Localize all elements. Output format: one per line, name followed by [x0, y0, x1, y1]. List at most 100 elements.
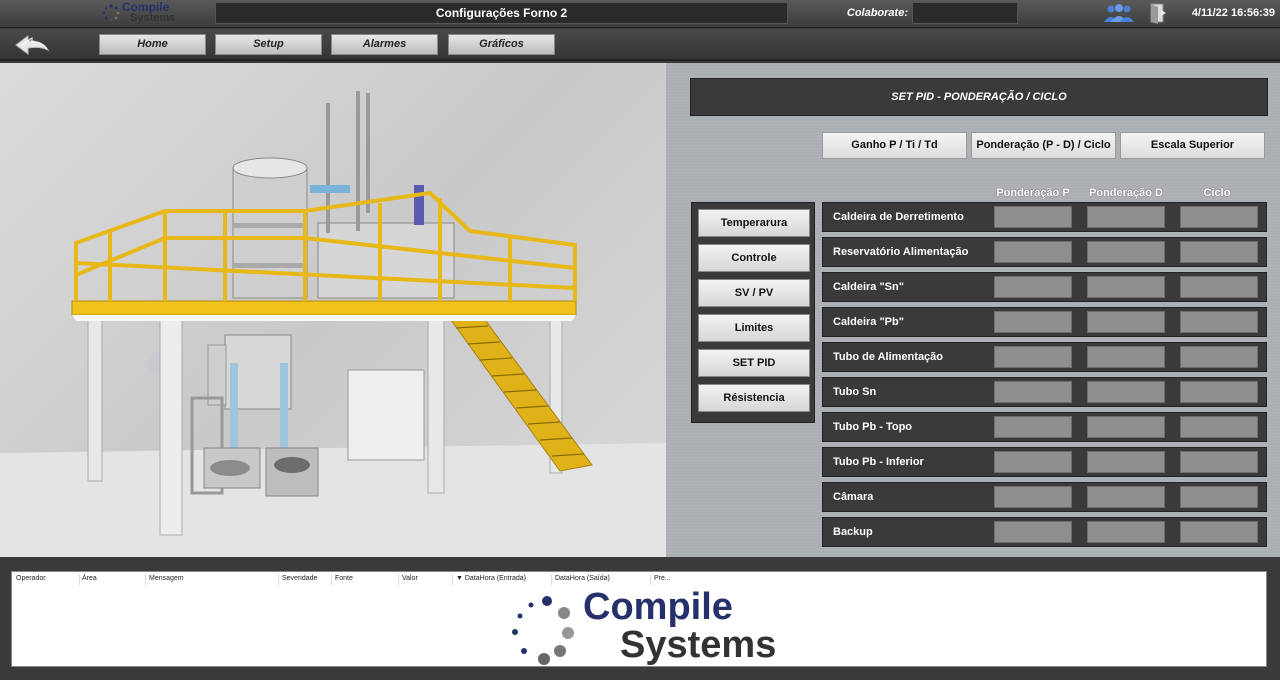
tab-upper-scale[interactable]: Escala Superior	[1120, 132, 1265, 159]
row-label: Tubo Sn	[833, 386, 877, 398]
weighting-d-input[interactable]	[1087, 381, 1165, 403]
weighting-p-input[interactable]	[994, 486, 1072, 508]
nav-setup-button[interactable]: Setup	[215, 34, 322, 55]
menu-limits-button[interactable]: Limites	[698, 314, 810, 342]
weighting-p-input[interactable]	[994, 381, 1072, 403]
collaborator-label: Colaborate:	[846, 7, 908, 19]
weighting-p-input[interactable]	[994, 346, 1072, 368]
logo-dots-icon	[102, 4, 120, 22]
menu-sv-pv-button[interactable]: SV / PV	[698, 279, 810, 307]
nav-bar: Home Setup Alarmes Gráficos	[0, 29, 1280, 61]
weighting-d-input[interactable]	[1087, 486, 1165, 508]
brand-logo: Compile Systems	[100, 1, 200, 27]
cycle-input[interactable]	[1180, 486, 1258, 508]
pid-settings-panel: SET PID - PONDERAÇÃO / CICLO Ganho P / T…	[666, 63, 1280, 557]
datetime-display: 4/11/22 16:56:39	[1191, 7, 1275, 19]
weighting-p-input[interactable]	[994, 451, 1072, 473]
back-arrow-icon[interactable]	[14, 34, 50, 56]
weighting-d-input[interactable]	[1087, 276, 1165, 298]
cycle-input[interactable]	[1180, 311, 1258, 333]
users-icon[interactable]	[1103, 3, 1135, 23]
column-header-cycle: Ciclo	[1203, 187, 1231, 199]
alarm-col-datetime-in[interactable]: ▼ DataHora (Entrada)	[456, 575, 526, 582]
menu-resistance-button[interactable]: Résistencia	[698, 384, 810, 412]
alarm-col-pre[interactable]: Pre...	[654, 575, 671, 582]
cycle-input[interactable]	[1180, 521, 1258, 543]
weighting-p-input[interactable]	[994, 276, 1072, 298]
alarm-col-message[interactable]: Mensagem	[149, 575, 184, 582]
pid-row: Caldeira de Derretimento	[822, 202, 1267, 232]
nav-home-button[interactable]: Home	[99, 34, 206, 55]
exit-door-icon[interactable]	[1148, 2, 1168, 24]
title-bar: Compile Systems Configurações Forno 2 Co…	[0, 0, 1280, 28]
weighting-d-input[interactable]	[1087, 416, 1165, 438]
pid-row: Tubo Pb - Inferior	[822, 447, 1267, 477]
cycle-input[interactable]	[1180, 276, 1258, 298]
pid-row: Caldeira "Sn"	[822, 272, 1267, 302]
weighting-p-input[interactable]	[994, 311, 1072, 333]
alarm-area: Operador Área Mensagem Severidade Fonte …	[0, 557, 1280, 680]
menu-temperature-button[interactable]: Temperarura	[698, 209, 810, 237]
menu-control-button[interactable]: Controle	[698, 244, 810, 272]
row-label: Caldeira "Pb"	[833, 316, 904, 328]
pid-row: Backup	[822, 517, 1267, 547]
panel-title: SET PID - PONDERAÇÃO / CICLO	[690, 78, 1268, 116]
alarm-col-severity[interactable]: Severidade	[282, 575, 317, 582]
cycle-input[interactable]	[1180, 346, 1258, 368]
weighting-d-input[interactable]	[1087, 206, 1165, 228]
weighting-d-input[interactable]	[1087, 521, 1165, 543]
weighting-d-input[interactable]	[1087, 241, 1165, 263]
logo-dots-icon	[512, 596, 574, 665]
row-label: Reservatório Alimentação	[833, 246, 969, 258]
alarm-col-source[interactable]: Fonte	[335, 575, 353, 582]
tab-weighting-cycle[interactable]: Ponderação (P - D) / Ciclo	[971, 132, 1116, 159]
column-separator	[331, 574, 332, 585]
pid-row: Tubo Pb - Topo	[822, 412, 1267, 442]
weighting-p-input[interactable]	[994, 241, 1072, 263]
weighting-d-input[interactable]	[1087, 311, 1165, 333]
alarm-col-operator[interactable]: Operador	[16, 575, 46, 582]
collaborator-field	[912, 2, 1018, 24]
weighting-p-input[interactable]	[994, 521, 1072, 543]
cycle-input[interactable]	[1180, 416, 1258, 438]
pid-row: Tubo Sn	[822, 377, 1267, 407]
furnace-illustration	[0, 91, 666, 557]
cycle-input[interactable]	[1180, 206, 1258, 228]
logo-word-compile: Compile	[583, 586, 733, 628]
alarm-table[interactable]: Operador Área Mensagem Severidade Fonte …	[11, 571, 1267, 667]
column-separator	[398, 574, 399, 585]
alarm-col-area[interactable]: Área	[82, 575, 97, 582]
column-header-weighting-d: Ponderação D	[1089, 187, 1163, 199]
row-label: Câmara	[833, 491, 874, 503]
row-label: Tubo de Alimentação	[833, 351, 944, 363]
column-separator	[79, 574, 80, 585]
pid-row: Câmara	[822, 482, 1267, 512]
column-header-weighting-p: Ponderação P	[996, 187, 1070, 199]
weighting-p-input[interactable]	[994, 206, 1072, 228]
column-separator	[551, 574, 552, 585]
column-separator	[278, 574, 279, 585]
row-label: Caldeira "Sn"	[833, 281, 904, 293]
menu-set-pid-button[interactable]: SET PID	[698, 349, 810, 377]
weighting-p-input[interactable]	[994, 416, 1072, 438]
tab-gain-p-ti-td[interactable]: Ganho P / Ti / Td	[822, 132, 967, 159]
cycle-input[interactable]	[1180, 451, 1258, 473]
pid-row: Tubo de Alimentação	[822, 342, 1267, 372]
column-separator	[145, 574, 146, 585]
cycle-input[interactable]	[1180, 381, 1258, 403]
side-menu: Temperarura Controle SV / PV Limites SET…	[691, 202, 815, 423]
nav-charts-button[interactable]: Gráficos	[448, 34, 555, 55]
logo-word-systems: Systems	[620, 624, 777, 666]
alarm-col-value[interactable]: Valor	[402, 575, 418, 582]
pid-row: Caldeira "Pb"	[822, 307, 1267, 337]
row-label: Tubo Pb - Inferior	[833, 456, 924, 468]
alarm-col-datetime-out[interactable]: DataHora (Saída)	[555, 575, 610, 582]
window-title: Configurações Forno 2	[215, 2, 788, 24]
weighting-d-input[interactable]	[1087, 346, 1165, 368]
nav-alarms-button[interactable]: Alarmes	[331, 34, 438, 55]
column-separator	[650, 574, 651, 585]
cycle-input[interactable]	[1180, 241, 1258, 263]
brand-line2: Systems	[130, 12, 176, 24]
furnace-3d-view	[0, 63, 666, 557]
weighting-d-input[interactable]	[1087, 451, 1165, 473]
